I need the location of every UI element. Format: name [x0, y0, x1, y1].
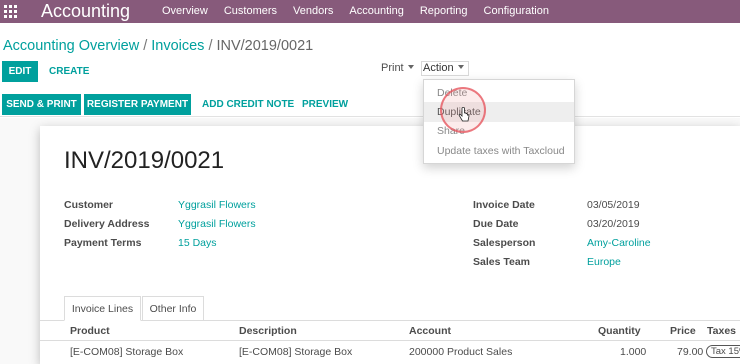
line-product[interactable]: [E-COM08] Storage Box: [70, 346, 183, 358]
apps-grid-icon[interactable]: [4, 5, 18, 18]
table-header-divider: [40, 340, 740, 341]
delivery-address-value[interactable]: Yggrasil Flowers: [178, 218, 256, 230]
print-label: Print: [381, 62, 404, 74]
tax-badge[interactable]: Tax 15%: [706, 345, 740, 358]
register-payment-button[interactable]: REGISTER PAYMENT: [84, 94, 191, 115]
action-dropdown[interactable]: Action: [421, 61, 469, 76]
invoice-date-value: 03/05/2019: [587, 199, 640, 211]
tab-other-info[interactable]: Other Info: [142, 296, 204, 321]
breadcrumb-separator: /: [208, 38, 213, 54]
column-header-quantity[interactable]: Quantity: [598, 325, 641, 337]
main-menu: Overview Customers Vendors Accounting Re…: [162, 0, 565, 23]
tab-invoice-lines[interactable]: Invoice Lines: [64, 296, 141, 321]
preview-button[interactable]: PREVIEW: [302, 94, 348, 115]
line-account[interactable]: 200000 Product Sales: [409, 346, 512, 358]
caret-down-icon: [457, 65, 464, 69]
menu-item-update-taxes-taxcloud[interactable]: Update taxes with Taxcloud: [424, 141, 574, 161]
caret-down-icon: [407, 65, 414, 69]
menu-vendors[interactable]: Vendors: [293, 0, 333, 23]
payment-terms-label: Payment Terms: [64, 237, 142, 249]
invoice-date-label: Invoice Date: [473, 199, 535, 211]
app-brand[interactable]: Accounting: [41, 1, 130, 22]
line-description[interactable]: [E-COM08] Storage Box: [239, 346, 352, 358]
action-label: Action: [423, 62, 454, 74]
sales-team-label: Sales Team: [473, 256, 531, 268]
customer-label: Customer: [64, 199, 114, 211]
create-button[interactable]: CREATE: [49, 61, 89, 82]
column-header-account[interactable]: Account: [409, 325, 451, 337]
invoice-title: INV/2019/0021: [64, 147, 225, 174]
customer-value[interactable]: Yggrasil Flowers: [178, 199, 256, 211]
breadcrumb-invoices[interactable]: Invoices: [151, 38, 204, 54]
delivery-address-label: Delivery Address: [64, 218, 150, 230]
add-credit-note-button[interactable]: ADD CREDIT NOTE: [202, 94, 294, 115]
column-header-description[interactable]: Description: [239, 325, 297, 337]
line-quantity[interactable]: 1.000: [620, 346, 646, 358]
print-dropdown[interactable]: Print: [381, 62, 414, 74]
payment-terms-value[interactable]: 15 Days: [178, 237, 217, 249]
breadcrumb-current: INV/2019/0021: [216, 38, 314, 54]
column-header-product[interactable]: Product: [70, 325, 110, 337]
menu-configuration[interactable]: Configuration: [484, 0, 549, 23]
salesperson-label: Salesperson: [473, 237, 536, 249]
breadcrumb-accounting-overview[interactable]: Accounting Overview: [3, 38, 139, 54]
breadcrumb: Accounting Overview / Invoices / INV/2019/00…: [3, 38, 313, 54]
hand-cursor-icon: [458, 107, 470, 122]
menu-customers[interactable]: Customers: [224, 0, 277, 23]
column-header-price[interactable]: Price: [670, 325, 696, 337]
due-date-value: 03/20/2019: [587, 218, 640, 230]
sales-team-value[interactable]: Europe: [587, 256, 621, 268]
due-date-label: Due Date: [473, 218, 519, 230]
top-navbar: Accounting Overview Customers Vendors Ac…: [0, 0, 740, 23]
line-price[interactable]: 79.00: [677, 346, 703, 358]
menu-overview[interactable]: Overview: [162, 0, 208, 23]
menu-reporting[interactable]: Reporting: [420, 0, 468, 23]
send-print-button[interactable]: SEND & PRINT: [2, 94, 81, 115]
column-header-taxes[interactable]: Taxes: [707, 325, 736, 337]
salesperson-value[interactable]: Amy-Caroline: [587, 237, 651, 249]
breadcrumb-separator: /: [143, 38, 148, 54]
edit-button[interactable]: EDIT: [2, 61, 38, 82]
menu-accounting[interactable]: Accounting: [349, 0, 403, 23]
